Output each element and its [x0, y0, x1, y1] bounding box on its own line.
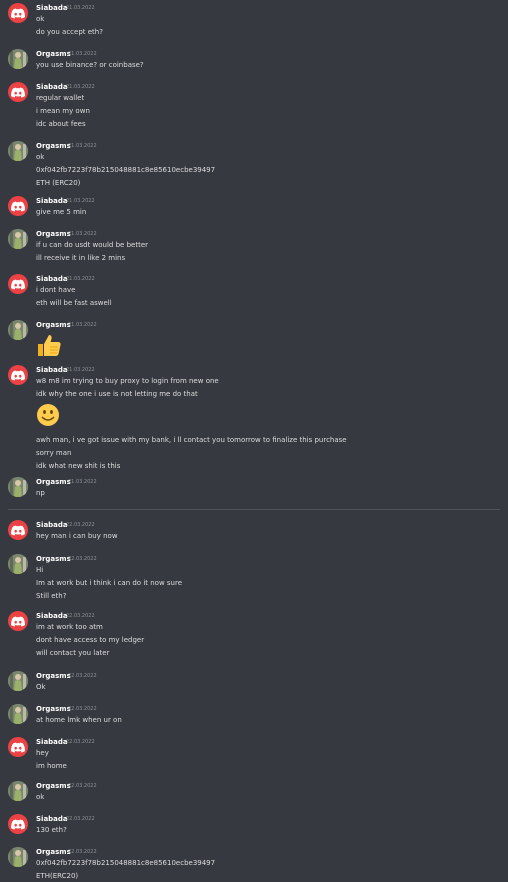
message-text: idk what new shit is this	[36, 462, 121, 470]
discord-logo-avatar[interactable]	[8, 611, 28, 631]
chat-log: Siabada 21.03.2022 ok do you accept eth? Org…	[0, 0, 508, 882]
discord-logo-avatar[interactable]	[8, 82, 28, 102]
timestamp: 22.03.2022	[68, 556, 97, 562]
discord-logo-avatar[interactable]	[8, 365, 28, 385]
username[interactable]: Siabada	[36, 612, 68, 621]
username[interactable]: Siabada	[36, 83, 68, 92]
timestamp: 22.03.2022	[68, 783, 97, 789]
message-text: ETH (ERC20)	[36, 179, 81, 187]
thumbs-up-emoji-icon	[36, 333, 62, 361]
username[interactable]: Orgasms	[36, 848, 71, 857]
user-photo-avatar[interactable]	[8, 704, 28, 724]
timestamp: 21.03.2022	[66, 276, 95, 282]
message-text: sorry man	[36, 449, 72, 457]
message-text: Im at work but i think i can do it now s…	[36, 579, 183, 587]
timestamp: 21.03.2022	[68, 51, 97, 57]
message-text: hey	[36, 749, 49, 757]
message-text: at home lmk when ur on	[36, 716, 122, 724]
username[interactable]: Siabada	[36, 275, 68, 284]
discord-logo-avatar[interactable]	[8, 814, 28, 834]
username[interactable]: Orgasms	[36, 321, 71, 330]
message-text: ill receive it in like 2 mins	[36, 254, 126, 262]
message-text: w8 m8 im trying to buy proxy to login fr…	[36, 377, 219, 385]
username[interactable]: Siabada	[36, 521, 68, 530]
timestamp: 21.03.2022	[68, 479, 97, 485]
message-text: 130 eth?	[36, 826, 67, 834]
message-text: ETH(ERC20)	[36, 872, 79, 880]
discord-logo-avatar[interactable]	[8, 274, 28, 294]
message-text: i mean my own	[36, 107, 90, 115]
timestamp: 21.03.2022	[66, 5, 95, 11]
username[interactable]: Siabada	[36, 4, 68, 13]
timestamp: 21.03.2022	[66, 367, 95, 373]
timestamp: 22.03.2022	[66, 739, 95, 745]
message-text: 0xf042fb7223f78b215048881c8e85610ecbe394…	[36, 166, 216, 174]
user-photo-avatar[interactable]	[8, 320, 28, 340]
user-photo-avatar[interactable]	[8, 477, 28, 497]
message-text: awh man, i ve got issue with my bank, i …	[36, 436, 347, 444]
timestamp: 21.03.2022	[66, 198, 95, 204]
username[interactable]: Orgasms	[36, 705, 71, 714]
message-text: dont have access to my ledger	[36, 636, 145, 644]
message-text: idc about fees	[36, 120, 86, 128]
discord-logo-avatar[interactable]	[8, 196, 28, 216]
date-divider	[8, 509, 500, 510]
username[interactable]: Orgasms	[36, 142, 71, 151]
timestamp: 22.03.2022	[66, 522, 95, 528]
username[interactable]: Siabada	[36, 815, 68, 824]
message-text: ok	[36, 15, 45, 23]
timestamp: 21.03.2022	[66, 84, 95, 90]
message-text: if u can do usdt would be better	[36, 241, 148, 249]
username[interactable]: Siabada	[36, 366, 68, 375]
message-text: Hi	[36, 566, 44, 574]
timestamp: 21.03.2022	[68, 322, 97, 328]
username[interactable]: Siabada	[36, 738, 68, 747]
username[interactable]: Orgasms	[36, 50, 71, 59]
message-text: hey man i can buy now	[36, 532, 118, 540]
username[interactable]: Orgasms	[36, 478, 71, 487]
message-text: ok	[36, 153, 45, 161]
user-photo-avatar[interactable]	[8, 49, 28, 69]
message-text: eth will be fast aswell	[36, 299, 112, 307]
message-text: im at work too atm	[36, 623, 103, 631]
message-text: do you accept eth?	[36, 28, 103, 36]
message-text: ok	[36, 793, 45, 801]
username[interactable]: Orgasms	[36, 672, 71, 681]
timestamp: 22.03.2022	[66, 816, 95, 822]
username[interactable]: Orgasms	[36, 230, 71, 239]
discord-logo-avatar[interactable]	[8, 520, 28, 540]
message-text: regular wallet	[36, 94, 85, 102]
timestamp: 22.03.2022	[68, 849, 97, 855]
message-text: 0xf042fb7223f78b215048881c8e85610ecbe394…	[36, 859, 216, 867]
timestamp: 22.03.2022	[68, 706, 97, 712]
message-text: will contact you later	[36, 649, 110, 657]
user-photo-avatar[interactable]	[8, 554, 28, 574]
username[interactable]: Orgasms	[36, 782, 71, 791]
user-photo-avatar[interactable]	[8, 229, 28, 249]
discord-logo-avatar[interactable]	[8, 737, 28, 757]
user-photo-avatar[interactable]	[8, 781, 28, 801]
username[interactable]: Orgasms	[36, 555, 71, 564]
message-text: give me 5 min	[36, 208, 87, 216]
timestamp: 21.03.2022	[68, 143, 97, 149]
timestamp: 21.03.2022	[68, 231, 97, 237]
message-text: Ok	[36, 683, 46, 691]
message-text: you use binance? or coinbase?	[36, 61, 144, 69]
timestamp: 22.03.2022	[66, 613, 95, 619]
user-photo-avatar[interactable]	[8, 847, 28, 867]
user-photo-avatar[interactable]	[8, 671, 28, 691]
discord-logo-avatar[interactable]	[8, 3, 28, 23]
user-photo-avatar[interactable]	[8, 141, 28, 161]
message-text: i dont have	[36, 286, 76, 294]
username[interactable]: Siabada	[36, 197, 68, 206]
message-text: idk why the one i use is not letting me …	[36, 390, 198, 398]
message-text: im home	[36, 762, 67, 770]
timestamp: 22.03.2022	[68, 673, 97, 679]
message-text: np	[36, 489, 45, 497]
message-text: Still eth?	[36, 592, 67, 600]
smile-emoji-icon	[36, 403, 60, 431]
